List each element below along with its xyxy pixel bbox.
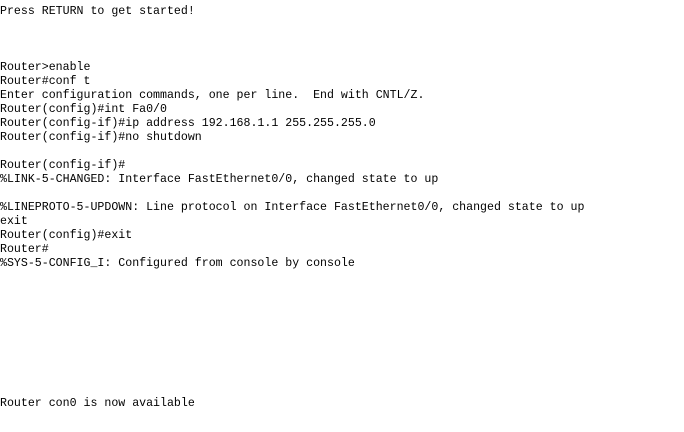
terminal-line-16: Router(config)#exit (0, 229, 133, 242)
terminal-line-2 (0, 33, 684, 47)
terminal-line-1 (0, 19, 684, 33)
terminal-line-26 (0, 369, 684, 383)
terminal-line-21 (0, 299, 684, 313)
terminal-line-4: Router>enable (0, 61, 91, 74)
terminal-line-8: Router(config-if)#ip address 192.168.1.1… (0, 117, 376, 130)
terminal-line-11: Router(config-if)# (0, 159, 126, 172)
terminal-line-22 (0, 313, 684, 327)
terminal-line-25 (0, 355, 684, 369)
terminal-line-5: Router#conf t (0, 75, 91, 88)
cli-terminal[interactable]: Press RETURN to get started! Router>enab… (0, 0, 684, 432)
terminal-line-13 (0, 187, 684, 201)
terminal-line-7: Router(config)#int Fa0/0 (0, 103, 167, 116)
terminal-line-20 (0, 285, 684, 299)
terminal-line-28: Router con0 is now available (0, 397, 195, 410)
terminal-line-23 (0, 327, 684, 341)
terminal-line-18: %SYS-5-CONFIG_I: Configured from console… (0, 257, 355, 270)
terminal-line-6: Enter configuration commands, one per li… (0, 89, 425, 102)
terminal-line-0: Press RETURN to get started! (0, 5, 195, 18)
terminal-line-9: Router(config-if)#no shutdown (0, 131, 202, 144)
terminal-line-24 (0, 341, 684, 355)
terminal-line-14: %LINEPROTO-5-UPDOWN: Line protocol on In… (0, 201, 585, 214)
terminal-line-17: Router# (0, 243, 49, 256)
terminal-line-19 (0, 271, 684, 285)
terminal-line-15: exit (0, 215, 28, 228)
terminal-line-3 (0, 47, 684, 61)
terminal-line-27 (0, 383, 684, 397)
terminal-line-10 (0, 145, 684, 159)
terminal-line-12: %LINK-5-CHANGED: Interface FastEthernet0… (0, 173, 439, 186)
